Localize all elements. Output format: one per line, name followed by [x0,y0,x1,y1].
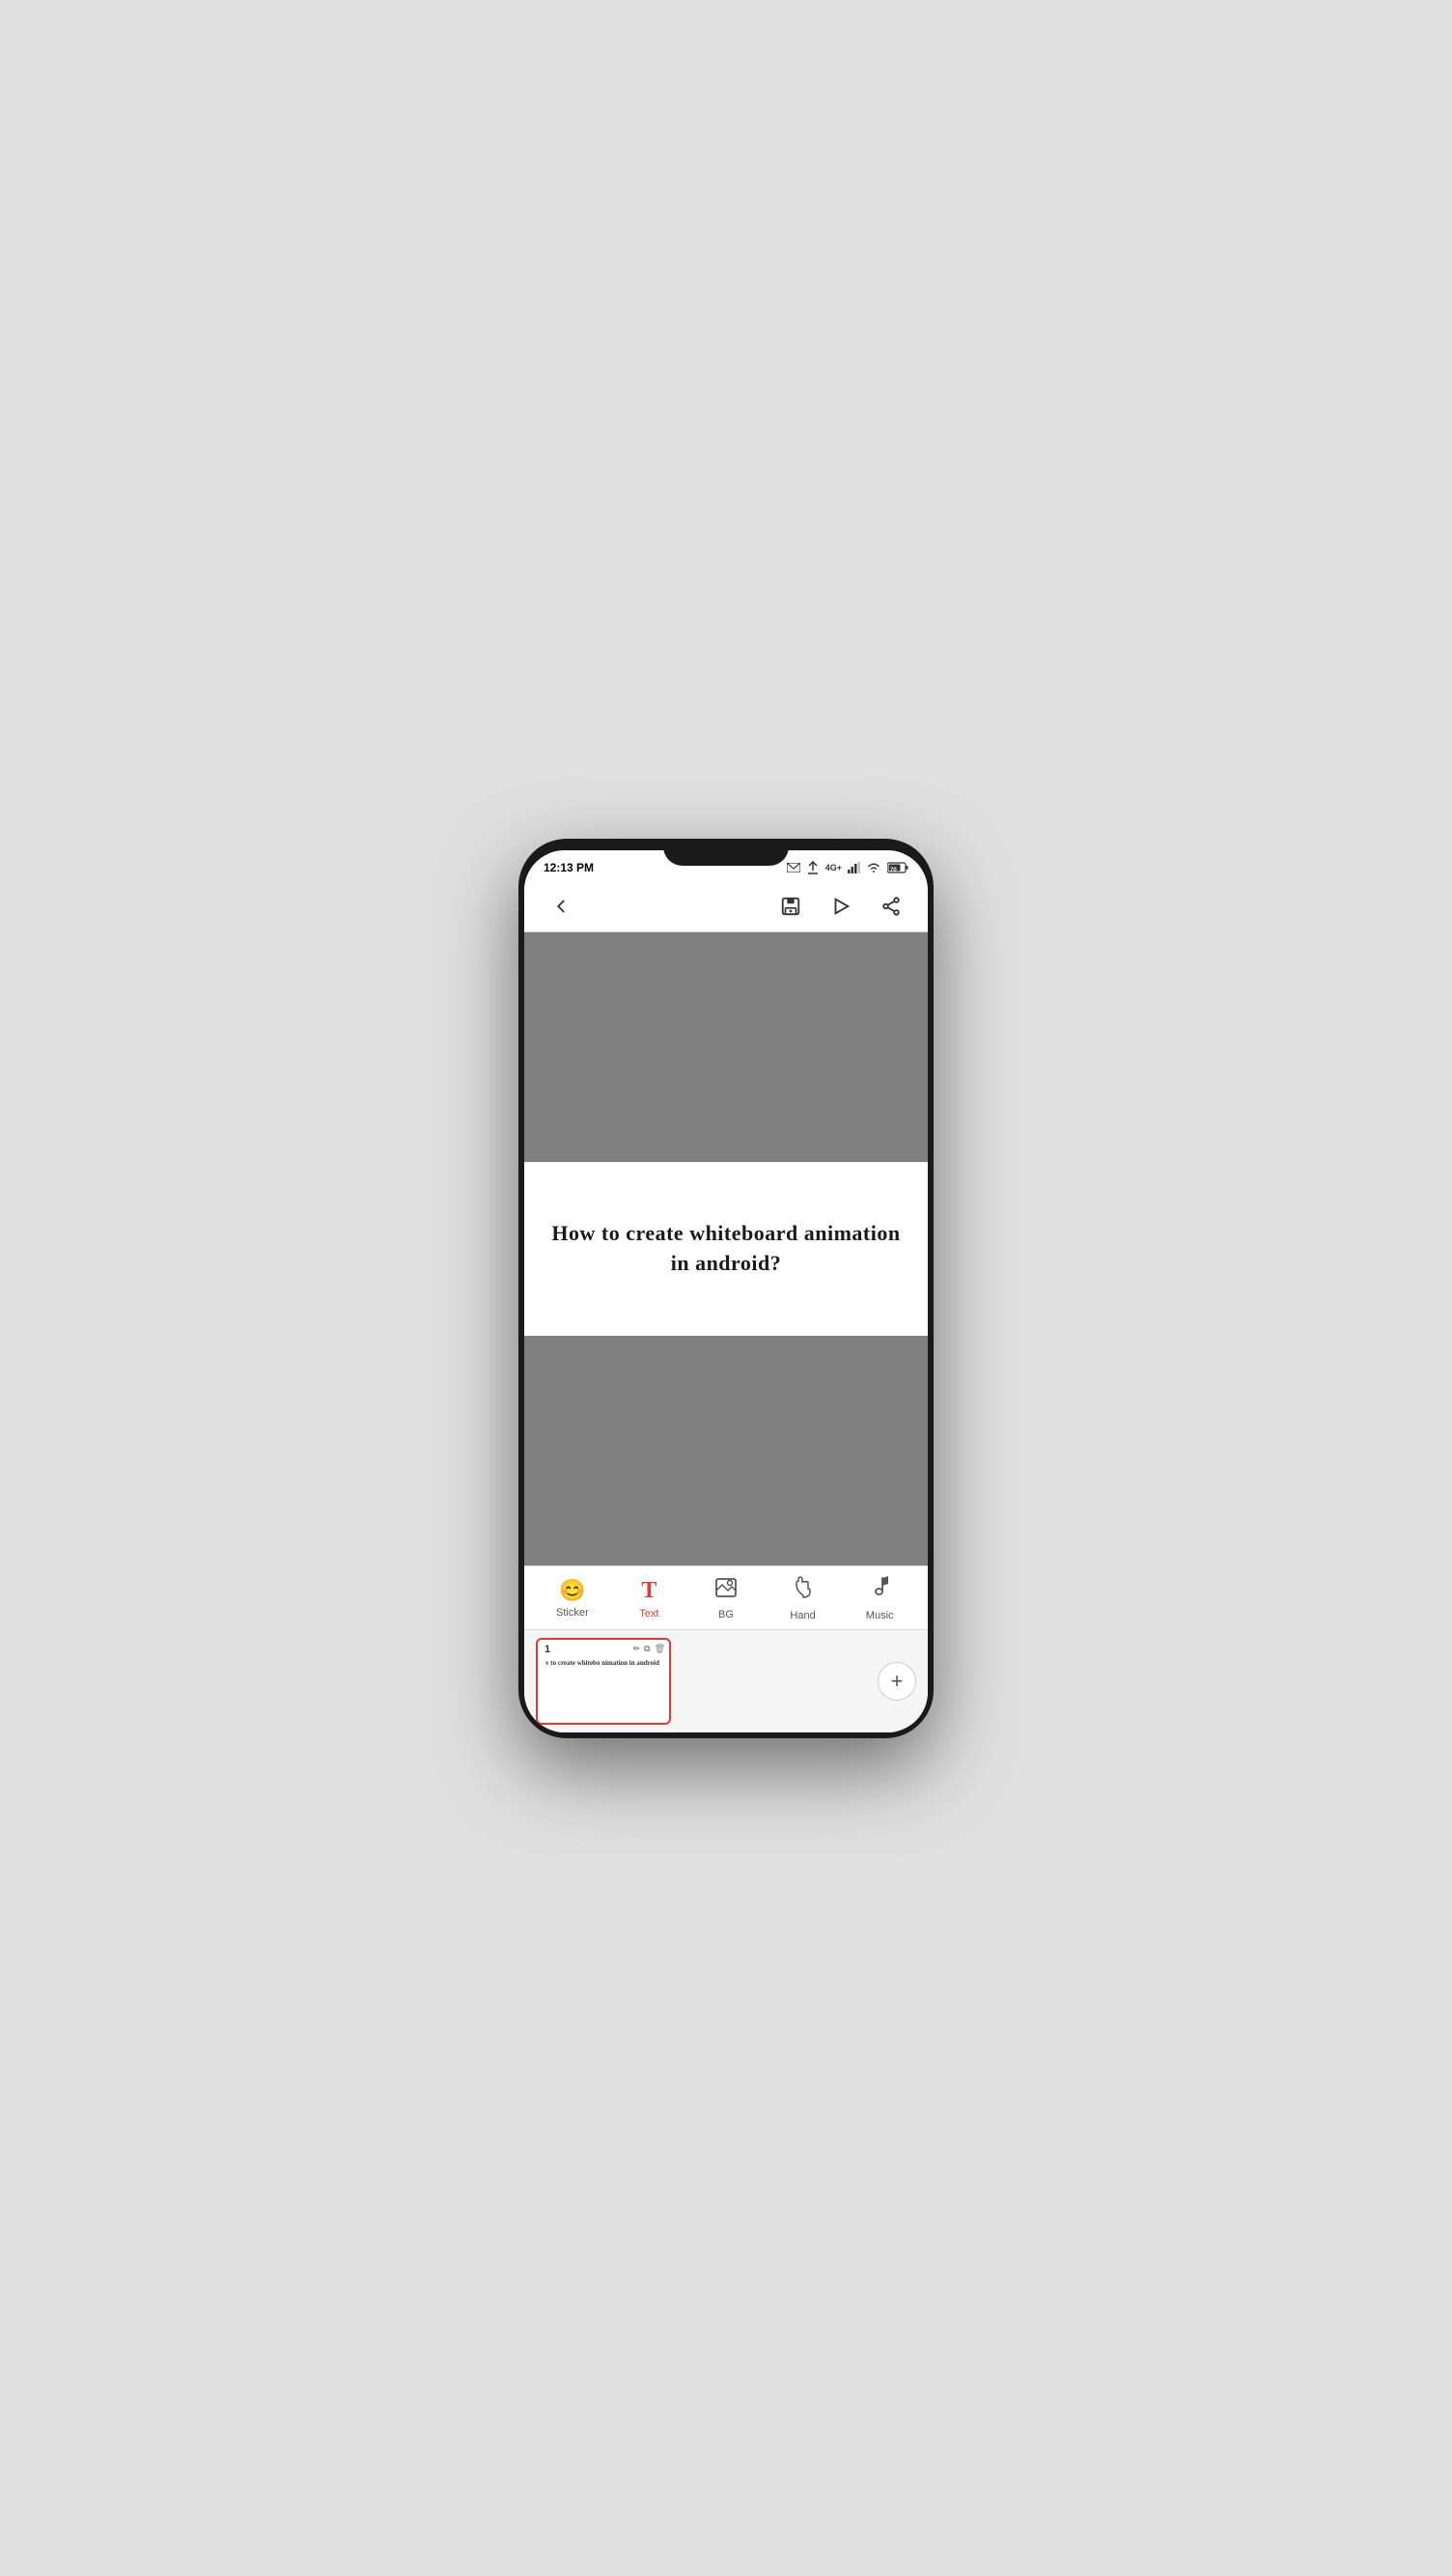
svg-text:70: 70 [890,868,897,873]
slides-strip: 1 ✏ ⧉ 🗑 v to create whitebo nimation in … [524,1629,928,1732]
slide-edit-icon[interactable]: ✏ [633,1644,641,1654]
hand-icon [793,1576,814,1606]
slide-delete-icon[interactable]: 🗑 [655,1644,665,1654]
share-button[interactable] [874,889,908,924]
slide-canvas[interactable]: How to create whiteboard animation in an… [524,1162,928,1336]
bg-tool[interactable]: BG [697,1577,755,1620]
phone-frame: 12:13 PM 4G+ [518,839,934,1738]
play-button[interactable] [824,889,858,924]
status-time: 12:13 PM [544,861,594,874]
hand-tool[interactable]: Hand [774,1576,832,1621]
gray-bottom [524,1336,928,1565]
signal-icon: 4G+ [825,863,842,873]
sticker-icon: 😊 [559,1578,585,1603]
bg-icon [714,1577,738,1605]
add-slide-button[interactable]: + [878,1662,916,1701]
slide-1-thumbnail[interactable]: 1 ✏ ⧉ 🗑 v to create whitebo nimation in … [536,1638,671,1725]
status-icons: 4G+ 70 [787,861,908,874]
bg-label: BG [718,1609,734,1620]
slide-1-number: 1 [542,1644,553,1655]
add-slide-icon: + [891,1671,904,1692]
music-label: Music [866,1610,894,1621]
text-icon: T [641,1578,656,1604]
screen: 12:13 PM 4G+ [524,850,928,1732]
slide-copy-icon[interactable]: ⧉ [644,1644,650,1654]
slide-thumb-icons: ✏ ⧉ 🗑 [633,1644,665,1654]
slide-main-text: How to create whiteboard animation in an… [544,1219,908,1279]
text-tool[interactable]: T Text [620,1578,678,1620]
sticker-tool[interactable]: 😊 Sticker [544,1578,601,1619]
gray-top [524,932,928,1162]
canvas-area: How to create whiteboard animation in an… [524,932,928,1565]
save-button[interactable] [773,889,808,924]
top-nav [524,881,928,932]
music-tool[interactable]: Music [851,1576,908,1621]
text-label: Text [639,1608,658,1620]
nav-right-icons [773,889,908,924]
back-button[interactable] [544,889,578,924]
sticker-label: Sticker [556,1607,589,1619]
music-icon [869,1576,890,1606]
status-bar: 12:13 PM 4G+ [524,850,928,881]
bottom-toolbar: 😊 Sticker T Text BG [524,1565,928,1629]
hand-label: Hand [790,1610,815,1621]
